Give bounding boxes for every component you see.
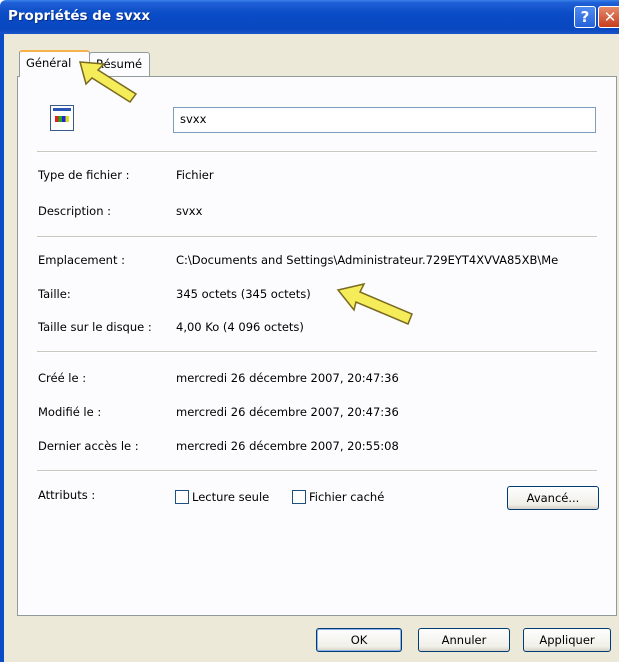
ok-button[interactable]: OK <box>316 628 402 652</box>
modified-label: Modifié le : <box>38 405 102 419</box>
read-only-label[interactable]: Lecture seule <box>192 490 269 504</box>
help-button[interactable]: ? <box>574 6 596 28</box>
accessed-value: mercredi 26 décembre 2007, 20:55:08 <box>176 439 399 453</box>
separator <box>37 236 597 238</box>
close-button[interactable]: ✕ <box>598 6 619 28</box>
description-label: Description : <box>38 204 112 218</box>
separator <box>37 351 597 353</box>
modified-value: mercredi 26 décembre 2007, 20:47:36 <box>176 405 399 419</box>
description-value: svxx <box>176 204 203 218</box>
size-value: 345 octets (345 octets) <box>176 287 311 301</box>
location-value: C:\Documents and Settings\Administrateur… <box>176 253 559 267</box>
file-name-input[interactable]: svxx <box>173 107 596 133</box>
tab-panel-general <box>17 76 617 616</box>
arrow-annotation-size <box>336 282 413 325</box>
read-only-checkbox[interactable] <box>175 490 189 504</box>
separator <box>37 470 597 472</box>
created-value: mercredi 26 décembre 2007, 20:47:36 <box>176 371 399 385</box>
size-on-disk-label: Taille sur le disque : <box>38 320 152 334</box>
type-label: Type de fichier : <box>38 168 130 182</box>
advanced-button[interactable]: Avancé... <box>507 486 599 510</box>
hidden-label[interactable]: Fichier caché <box>309 490 384 504</box>
size-on-disk-value: 4,00 Ko (4 096 octets) <box>176 320 304 334</box>
attributes-label: Attributs : <box>38 488 96 502</box>
accessed-label: Dernier accès le : <box>38 439 139 453</box>
size-label: Taille: <box>38 287 71 301</box>
window-title: Propriétés de svxx <box>8 8 151 24</box>
cancel-button[interactable]: Annuler <box>418 628 510 652</box>
apply-button[interactable]: Appliquer <box>523 628 611 652</box>
arrow-annotation-tab <box>78 61 138 104</box>
created-label: Créé le : <box>38 371 87 385</box>
type-value: Fichier <box>176 168 214 182</box>
location-label: Emplacement : <box>38 253 126 267</box>
separator <box>37 151 597 153</box>
title-bar[interactable]: Propriétés de svxx ? ✕ <box>0 0 619 34</box>
properties-window: Propriétés de svxx ? ✕ Général Résumé sv… <box>0 0 619 662</box>
hidden-checkbox[interactable] <box>292 490 306 504</box>
